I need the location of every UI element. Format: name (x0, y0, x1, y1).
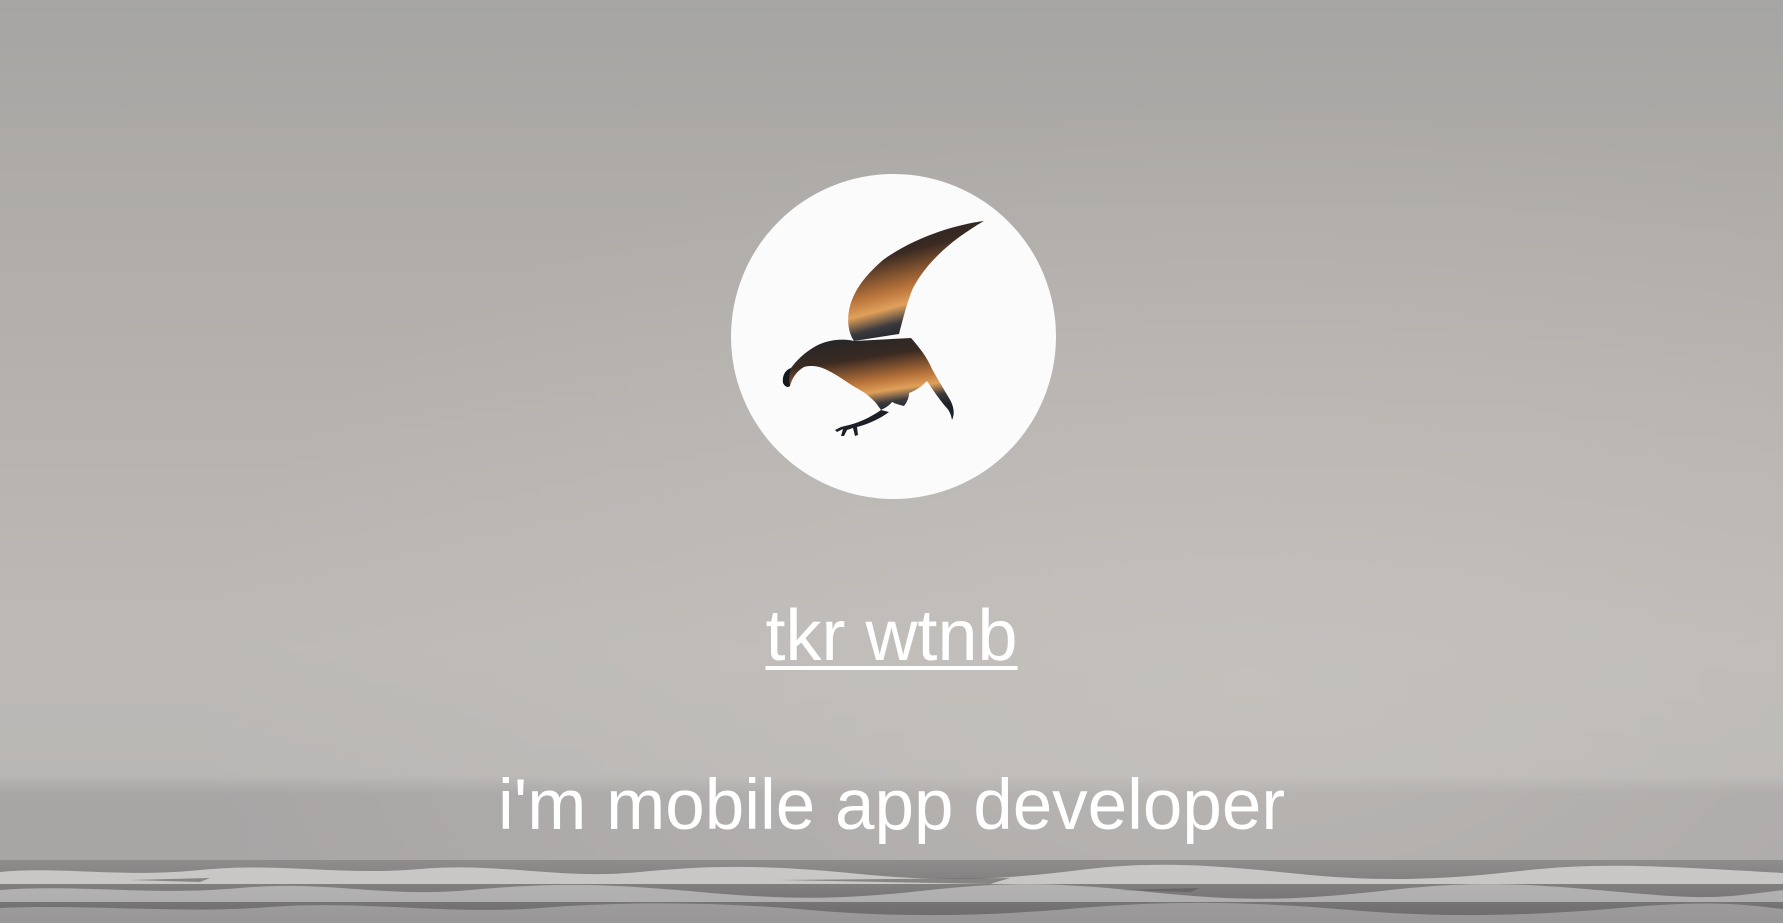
background-sea (0, 860, 1783, 923)
profile-name[interactable]: tkr wtnb (765, 596, 1017, 676)
profile-name-link[interactable]: tkr wtnb (0, 596, 1783, 676)
eagle-silhouette-icon (782, 221, 984, 436)
profile-tagline: i'm mobile app developer (497, 766, 1286, 845)
avatar (731, 174, 1056, 499)
